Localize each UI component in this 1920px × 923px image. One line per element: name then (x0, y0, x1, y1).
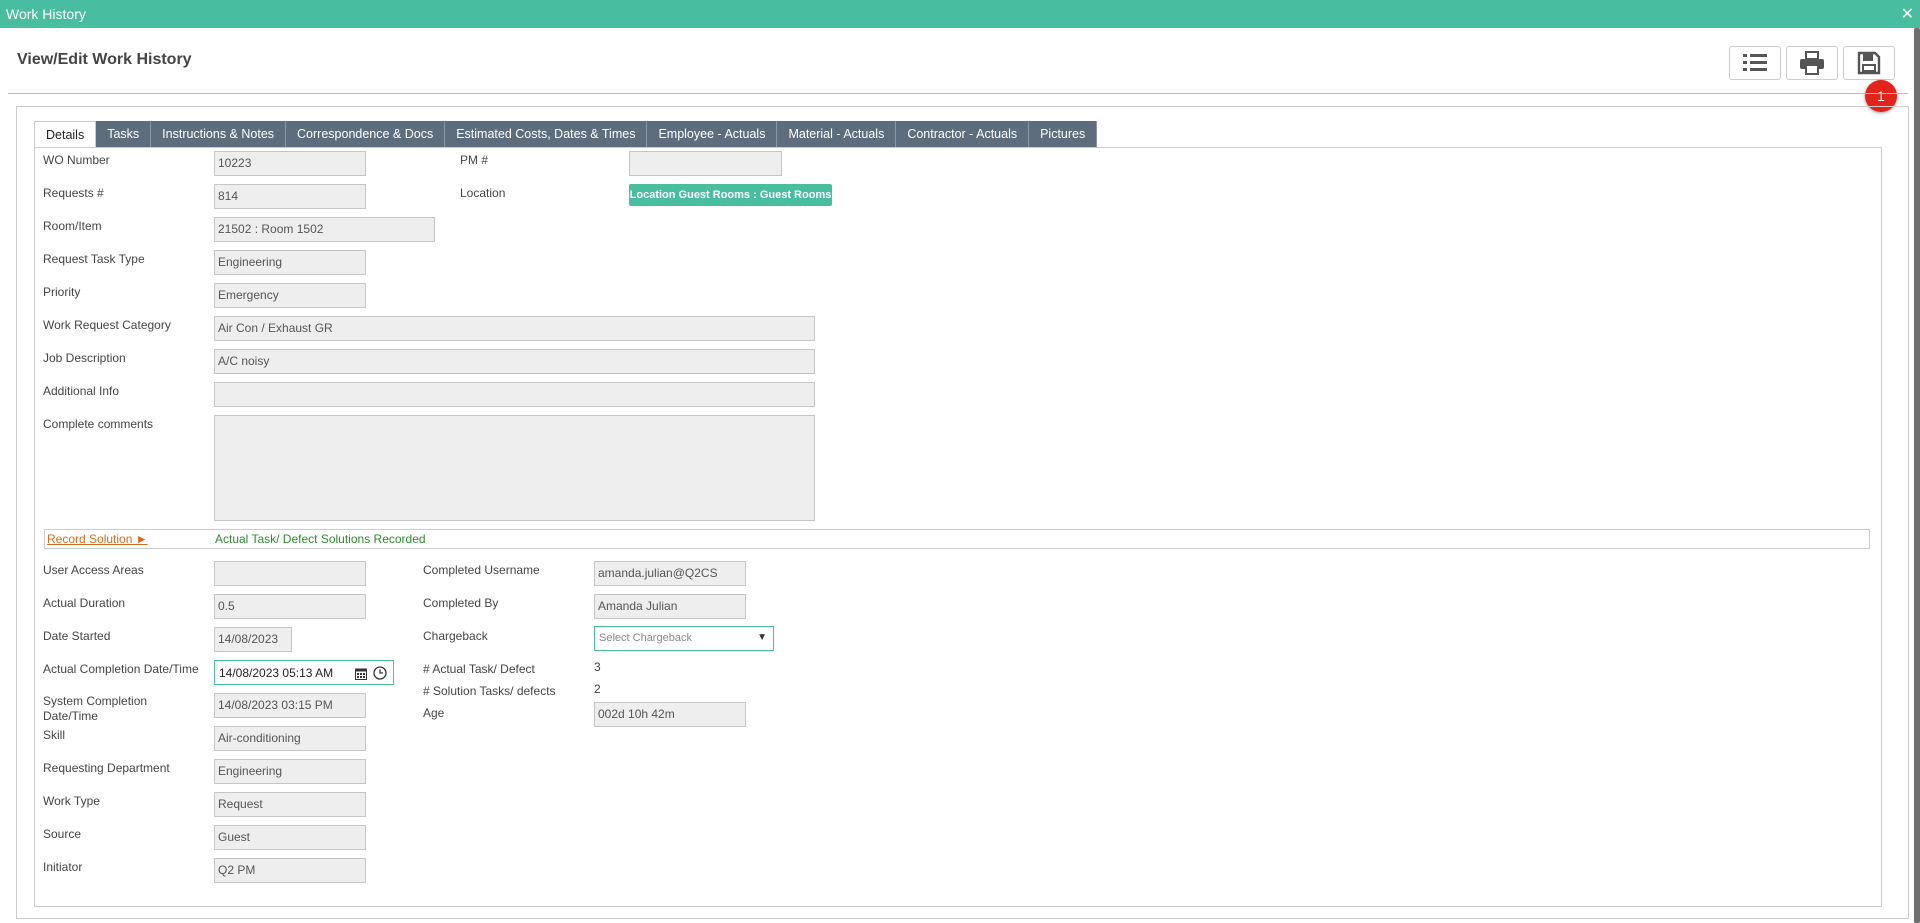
user-access-field[interactable] (214, 561, 366, 586)
requesting-department-label: Requesting Department (43, 761, 170, 775)
completed-by-field[interactable]: Amanda Julian (594, 594, 746, 619)
print-button[interactable] (1786, 46, 1838, 80)
chevron-down-icon: ▼ (757, 632, 767, 643)
requesting-department-field[interactable]: Engineering (214, 759, 366, 784)
actual-duration-label: Actual Duration (43, 596, 126, 610)
tab-material-actuals[interactable]: Material - Actuals (777, 121, 897, 147)
actual-task-defect-value: 3 (594, 660, 601, 674)
actual-task-defect-label: # Actual Task/ Defect (423, 662, 535, 676)
category-label: Work Request Category (43, 318, 171, 332)
tab-pictures[interactable]: Pictures (1029, 121, 1098, 147)
window-title: Work History (6, 6, 86, 22)
page-title: View/Edit Work History (17, 51, 192, 68)
age-label: Age (423, 706, 445, 720)
skill-label: Skill (43, 728, 66, 742)
calendar-icon[interactable] (355, 667, 367, 680)
job-description-field[interactable]: A/C noisy (214, 349, 815, 374)
save-icon (1857, 51, 1881, 75)
completed-by-label: Completed By (423, 596, 499, 610)
date-started-field[interactable]: 14/08/2023 (214, 627, 292, 652)
date-started-label: Date Started (43, 629, 111, 643)
list-icon (1743, 54, 1767, 71)
divider (8, 93, 1908, 94)
work-type-label: Work Type (43, 794, 100, 808)
tab-instructions-notes[interactable]: Instructions & Notes (151, 121, 287, 147)
initiator-field[interactable]: Q2 PM (214, 858, 366, 883)
source-field[interactable]: Guest (214, 825, 366, 850)
chargeback-placeholder: Select Chargeback (599, 632, 692, 644)
requests-field[interactable]: 814 (214, 184, 366, 209)
solution-status-text: Actual Task/ Defect Solutions Recorded (215, 532, 426, 546)
chargeback-select[interactable]: Select Chargeback ▼ (594, 626, 774, 651)
clock-icon[interactable] (373, 666, 387, 680)
save-button[interactable] (1843, 46, 1895, 80)
actual-completion-label: Actual Completion Date/Time (43, 662, 199, 676)
category-field[interactable]: Air Con / Exhaust GR (214, 316, 815, 341)
task-type-field[interactable]: Engineering (214, 250, 366, 275)
complete-comments-textarea[interactable] (214, 415, 815, 521)
tab-contractor-actuals[interactable]: Contractor - Actuals (896, 121, 1030, 147)
work-type-field[interactable]: Request (214, 792, 366, 817)
tab-employee-actuals[interactable]: Employee - Actuals (647, 121, 778, 147)
tab-tasks[interactable]: Tasks (96, 121, 152, 147)
room-item-field[interactable]: 21502 : Room 1502 (214, 217, 435, 242)
complete-comments-label: Complete comments (43, 417, 154, 431)
print-icon (1800, 51, 1824, 75)
skill-field[interactable]: Air-conditioning (214, 726, 366, 751)
wo-number-field[interactable]: 10223 (214, 151, 366, 176)
age-field[interactable]: 002d 10h 42m (594, 702, 746, 727)
tab-bar: Details Tasks Instructions & Notes Corre… (34, 121, 1098, 147)
priority-label: Priority (43, 285, 81, 299)
tab-correspondence-docs[interactable]: Correspondence & Docs (286, 121, 446, 147)
list-view-button[interactable] (1729, 46, 1781, 80)
room-item-label: Room/Item (43, 219, 102, 233)
solution-tasks-value: 2 (594, 682, 601, 696)
wo-number-label: WO Number (43, 153, 110, 167)
task-type-label: Request Task Type (43, 252, 145, 266)
actual-completion-value: 14/08/2023 05:13 AM (219, 666, 334, 680)
location-label: Location (460, 186, 506, 200)
system-completion-label-2: Date/Time (43, 709, 98, 723)
completed-username-label: Completed Username (423, 563, 540, 577)
user-access-label: User Access Areas (43, 563, 144, 577)
system-completion-label-1: System Completion (43, 694, 148, 708)
initiator-label: Initiator (43, 860, 83, 874)
tab-details[interactable]: Details (34, 121, 97, 147)
source-label: Source (43, 827, 82, 841)
additional-info-label: Additional Info (43, 384, 120, 398)
record-solution-link[interactable]: Record Solution ► (47, 532, 148, 546)
tab-estimated-costs[interactable]: Estimated Costs, Dates & Times (445, 121, 648, 147)
scrollbar[interactable] (1914, 28, 1920, 923)
chargeback-label: Chargeback (423, 629, 488, 643)
location-button[interactable]: Location Guest Rooms : Guest Rooms (629, 184, 832, 206)
scrollbar-thumb[interactable] (1914, 28, 1920, 923)
close-icon[interactable]: ✕ (1901, 4, 1914, 24)
completed-username-field[interactable]: amanda.julian@Q2CS (594, 561, 746, 586)
job-description-label: Job Description (43, 351, 126, 365)
pm-label: PM # (460, 153, 489, 167)
actual-duration-field[interactable]: 0.5 (214, 594, 366, 619)
priority-field[interactable]: Emergency (214, 283, 366, 308)
window-titlebar: Work History ✕ (0, 0, 1920, 28)
solution-tasks-label: # Solution Tasks/ defects (423, 684, 556, 698)
actual-completion-datetime[interactable]: 14/08/2023 05:13 AM (214, 660, 394, 685)
additional-info-field[interactable] (214, 382, 815, 407)
pm-field[interactable] (629, 151, 782, 176)
system-completion-field[interactable]: 14/08/2023 03:15 PM (214, 693, 366, 718)
requests-label: Requests # (43, 186, 104, 200)
